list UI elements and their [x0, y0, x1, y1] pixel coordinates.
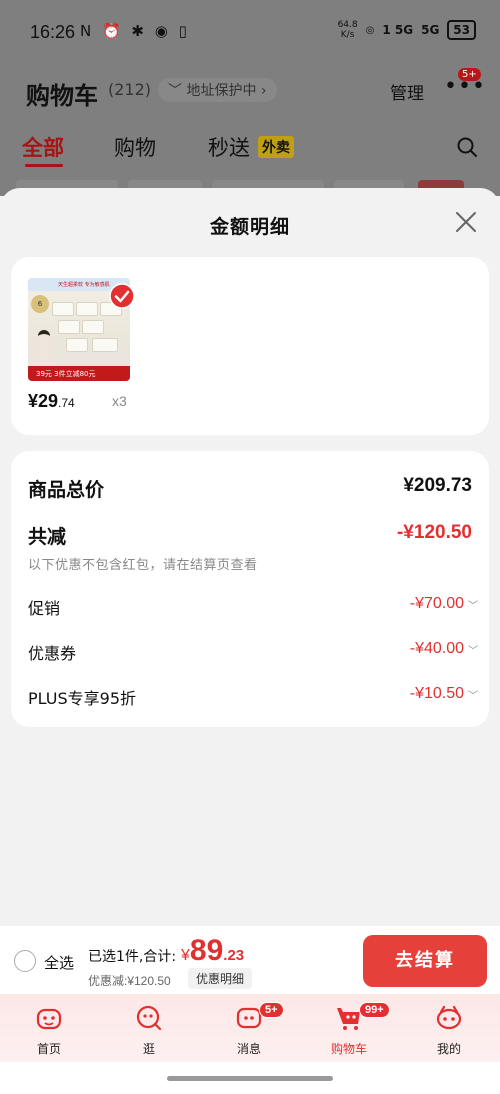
total-price-value: ¥209.73 [403, 475, 472, 496]
signal-icon: 1 5G [382, 23, 414, 37]
status-right-group: 64.8 K/s ◎ 1 5G 5G 53 [338, 20, 476, 40]
quantity: x3 [112, 393, 127, 409]
total-discount-row: 共减 -¥120.50 [28, 522, 472, 550]
nav-label: 逛 [142, 1042, 155, 1056]
signal-icon-2: 5G [421, 23, 440, 37]
nav-label: 购物车 [330, 1042, 367, 1056]
promotion-label: 促销 [28, 599, 61, 618]
chevron-right-icon: › [256, 83, 267, 99]
total-discount-value: -¥120.50 [396, 522, 472, 543]
plus-discount-label: PLUS专享95折 [28, 689, 136, 708]
checkout-button[interactable]: 去结算 [363, 935, 487, 987]
nav-profile[interactable]: 我的 [409, 994, 489, 1062]
cart-tabs: 全部 购物 秒送 外卖 [0, 132, 500, 172]
address-protect-chip[interactable]: ﹀ 地址保护中 › [158, 78, 277, 102]
promotion-row[interactable]: 促销 -¥70.00 ﹀ [28, 595, 478, 623]
page-title: 购物车 [26, 82, 98, 110]
total-discount-label: 共减 [28, 526, 67, 548]
tab-active-underline [25, 164, 63, 167]
more-badge: 5+ [458, 68, 481, 81]
explore-icon [136, 1005, 162, 1031]
coupon-value: -¥40.00 [409, 640, 464, 657]
coupon-label: 优惠券 [28, 644, 77, 663]
manage-button[interactable]: 管理 [390, 79, 424, 104]
shield-icon: ﹀ [168, 83, 187, 99]
nav-badge: 99+ [359, 1002, 390, 1018]
nav-messages[interactable]: 5+ 消息 [209, 994, 289, 1062]
search-icon[interactable] [456, 136, 478, 158]
battery-icon: 53 [447, 20, 476, 40]
chevron-down-icon: ﹀ [468, 646, 478, 657]
nav-explore[interactable]: 逛 [109, 994, 189, 1062]
nav-badge: 5+ [259, 1002, 284, 1018]
coupon-row[interactable]: 优惠券 -¥40.00 ﹀ [28, 640, 478, 668]
unit-price: ¥29.74 [28, 391, 75, 411]
wifi-icon: ◎ [365, 24, 375, 36]
total-sum: ¥89.23 [181, 934, 245, 967]
promotion-value: -¥70.00 [409, 595, 464, 612]
tab-shopping[interactable]: 购物 [114, 132, 156, 162]
tab-instant-delivery[interactable]: 秒送 [208, 132, 250, 162]
nav-cart[interactable]: 99+ 购物车 [309, 994, 390, 1062]
selected-summary: 已选1件,合计: [88, 949, 177, 965]
total-price-row: 商品总价 ¥209.73 [28, 475, 472, 503]
discount-summary: 优惠减:¥120.50 [88, 974, 171, 988]
nav-label: 首页 [36, 1042, 61, 1056]
discount-detail-button[interactable]: 优惠明细 [188, 968, 253, 989]
takeout-tag: 外卖 [258, 136, 294, 158]
status-notification-icons: N ⏰ ✱ ◉ ▯ [80, 22, 190, 40]
product-image-promo: 39元 3件立减80元 [28, 366, 130, 381]
nav-label: 消息 [236, 1042, 261, 1056]
checked-icon[interactable] [109, 283, 135, 309]
total-price-label: 商品总价 [28, 479, 105, 501]
product-model [34, 334, 54, 366]
nav-label: 我的 [436, 1042, 461, 1056]
plus-discount-row[interactable]: PLUS专享95折 -¥10.50 ﹀ [28, 685, 478, 713]
price-detail-card: 商品总价 ¥209.73 共减 -¥120.50 以下优惠不包含红包，请在结算页… [11, 451, 489, 727]
close-icon[interactable] [454, 210, 478, 234]
cart-page-background: 购物车 (212) ﹀ 地址保护中 › 管理 ••• 5+ 全部 购物 秒送 外… [0, 66, 500, 196]
tab-all[interactable]: 全部 [22, 132, 64, 162]
plus-discount-value: -¥10.50 [409, 685, 464, 702]
chevron-down-icon: ﹀ [468, 691, 478, 702]
profile-icon [436, 1005, 462, 1030]
product-boxes-graphic [52, 302, 122, 352]
home-indicator[interactable] [167, 1076, 333, 1081]
select-all-checkbox[interactable] [14, 950, 36, 972]
checkout-bar: 全选 已选1件,合计: ¥89.23 优惠减:¥120.50 优惠明细 去结算 [0, 926, 500, 994]
network-speed: 64.8 K/s [337, 20, 358, 40]
nav-home[interactable]: 首页 [9, 994, 89, 1062]
cart-count: (212) [108, 80, 152, 99]
product-card: 天生超柔软 专为敏感肌 6 39元 3件立减80元 ¥29.74 x3 [11, 257, 489, 435]
select-all-label[interactable]: 全选 [44, 952, 74, 973]
bottom-navigation: 首页 逛 5+ 消息 99+ 购物车 我的 [0, 994, 500, 1062]
status-bar: 16:26 N ⏰ ✱ ◉ ▯ 64.8 K/s ◎ 1 5G 5G 53 [0, 0, 500, 66]
sheet-title: 金额明细 [209, 216, 290, 238]
product-award-badge: 6 [31, 295, 49, 313]
home-icon [36, 1008, 62, 1030]
status-time: 16:26 [30, 22, 76, 42]
chevron-down-icon: ﹀ [468, 601, 478, 612]
discount-note: 以下优惠不包含红包，请在结算页查看 [28, 558, 258, 573]
